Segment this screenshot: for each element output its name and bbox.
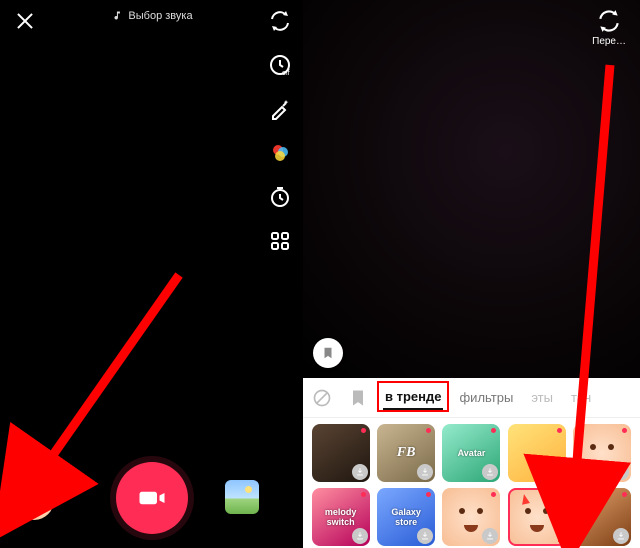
video-camera-icon — [137, 483, 167, 513]
close-icon[interactable] — [14, 10, 36, 32]
pick-sound-button[interactable]: Выбор звука — [110, 10, 192, 22]
effect-tile[interactable]: Galaxy store — [377, 488, 435, 546]
camera-preview — [303, 0, 640, 378]
effects-screen: Пере… в тренде фильтры эты тан FB — [303, 0, 640, 548]
speed-icon[interactable]: off — [267, 52, 293, 78]
tool-column: off — [267, 8, 293, 254]
effect-tile[interactable] — [442, 488, 500, 546]
effects-button[interactable] — [14, 480, 54, 520]
effect-tile[interactable]: Avatar — [442, 424, 500, 482]
effect-tile[interactable]: melody switch — [312, 488, 370, 546]
effect-tile[interactable] — [573, 424, 631, 482]
favorites-tab-icon[interactable] — [347, 387, 369, 409]
record-button[interactable] — [116, 462, 188, 534]
timer-icon[interactable] — [267, 184, 293, 210]
filters-icon[interactable] — [267, 140, 293, 166]
pick-sound-label: Выбор звука — [128, 10, 192, 22]
tab-dance-partial[interactable]: тан — [569, 386, 593, 409]
effect-tile[interactable] — [573, 488, 631, 546]
tab-effects-partial[interactable]: эты — [529, 386, 555, 409]
switch-camera-icon[interactable] — [267, 8, 293, 34]
upload-button[interactable] — [225, 480, 259, 514]
effect-tile[interactable] — [508, 424, 566, 482]
more-grid-icon[interactable] — [267, 228, 293, 254]
no-effect-icon[interactable] — [311, 387, 333, 409]
switch-camera-button[interactable]: Пере… — [592, 8, 626, 47]
effect-tile[interactable]: FB — [377, 424, 435, 482]
effects-tabs: в тренде фильтры эты тан — [303, 378, 640, 418]
music-note-icon — [110, 10, 122, 22]
switch-camera-icon — [596, 8, 622, 34]
tab-trending[interactable]: в тренде — [383, 385, 443, 410]
bookmark-button[interactable] — [313, 338, 343, 368]
beauty-icon[interactable] — [267, 96, 293, 122]
effects-drawer: в тренде фильтры эты тан FB Avatar melod… — [303, 378, 640, 548]
record-screen: Выбор звука off — [0, 0, 303, 548]
smiley-face-icon — [14, 480, 54, 520]
svg-text:off: off — [282, 70, 290, 77]
effect-tile-devil[interactable] — [508, 488, 566, 546]
bookmark-icon — [321, 346, 335, 360]
tab-filters[interactable]: фильтры — [457, 386, 515, 409]
switch-camera-label: Пере… — [592, 36, 626, 47]
effect-tile[interactable] — [312, 424, 370, 482]
effects-grid: FB Avatar melody switch Galaxy store — [303, 418, 640, 548]
